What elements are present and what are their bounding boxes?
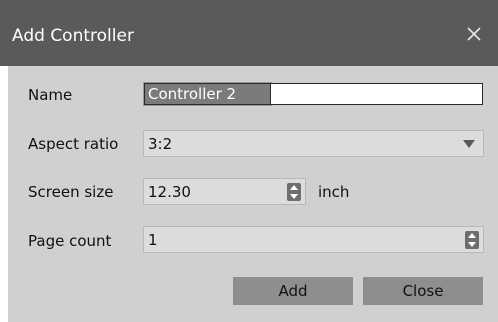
screen-size-value: 12.30 — [148, 183, 191, 201]
aspect-ratio-value: 3:2 — [148, 135, 173, 153]
screen-size-label: Screen size — [28, 183, 114, 201]
spin-arrows-icon[interactable] — [287, 183, 301, 201]
add-button[interactable]: Add — [233, 277, 353, 305]
chevron-down-icon[interactable] — [463, 140, 475, 148]
name-input[interactable]: Controller 2 — [143, 82, 272, 106]
screen-size-unit: inch — [318, 183, 350, 201]
page-count-value: 1 — [148, 231, 158, 249]
aspect-ratio-label: Aspect ratio — [28, 135, 119, 153]
dialog-titlebar: Add Controller — [0, 0, 498, 66]
spin-arrows-icon[interactable] — [465, 231, 479, 249]
page-count-label: Page count — [28, 232, 112, 250]
name-label: Name — [28, 86, 73, 104]
close-icon[interactable] — [464, 24, 484, 44]
close-button[interactable]: Close — [363, 277, 483, 305]
add-controller-dialog: Add Controller Name Controller 2 Aspect … — [0, 0, 498, 322]
dialog-title: Add Controller — [12, 26, 134, 46]
name-input-remainder[interactable] — [271, 83, 483, 105]
page-count-spinbox[interactable]: 1 — [143, 226, 484, 253]
screen-size-spinbox[interactable]: 12.30 — [143, 178, 306, 205]
aspect-ratio-select[interactable]: 3:2 — [143, 130, 484, 157]
